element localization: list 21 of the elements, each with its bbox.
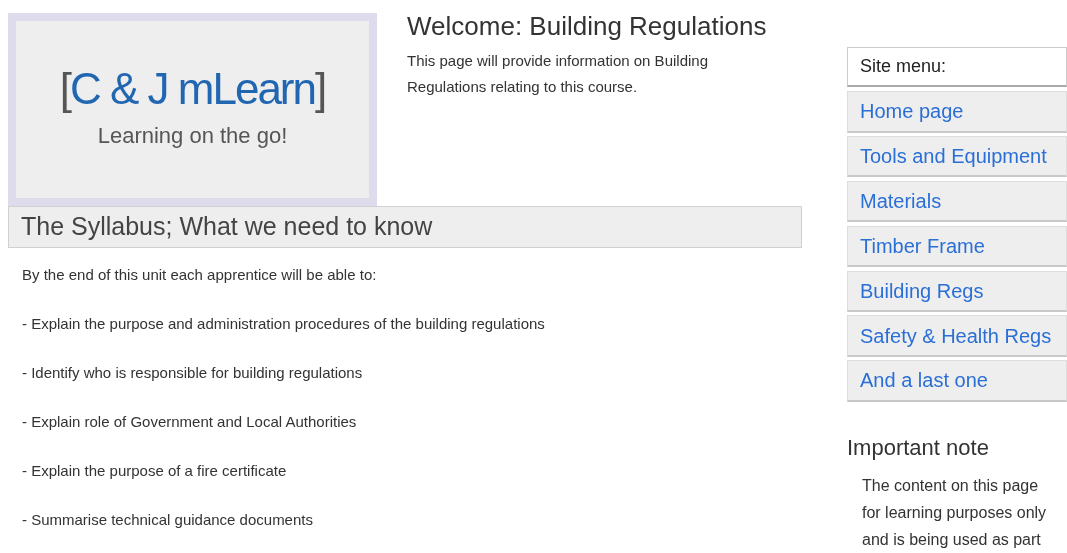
intro-text: This page will provide information on Building Regulations relating to this course. bbox=[407, 51, 709, 97]
syllabus-intro: By the end of this unit each apprentice will be able to: bbox=[22, 265, 378, 285]
note-text: The content on this page for learning purposes only and is being used as part bbox=[861, 476, 1048, 550]
syllabus-item: - Identify who is responsible for building regulations bbox=[22, 363, 364, 383]
menu-link[interactable]: And a last one bbox=[847, 360, 1067, 402]
menu-link[interactable]: Materials bbox=[847, 180, 1067, 223]
logo-tagline: Learning on the go! bbox=[97, 122, 288, 150]
menu-link[interactable]: Building Regs bbox=[847, 270, 1067, 312]
syllabus-item: - Explain the purpose of a fire certificate bbox=[22, 461, 288, 481]
menu-link[interactable]: Home page bbox=[847, 91, 1067, 133]
page-title: Welcome: Building Regulations bbox=[407, 10, 767, 43]
menu-link[interactable]: Tools and Equipment bbox=[847, 136, 1067, 178]
syllabus-item: - Explain role of Government and Local Authorities bbox=[22, 412, 358, 432]
section-heading: The Syllabus; What we need to know bbox=[8, 206, 802, 248]
menu-link[interactable]: Timber Frame bbox=[847, 225, 1067, 268]
syllabus-item: - Summarise technical guidance documents bbox=[22, 510, 314, 530]
syllabus-item: - Explain the purpose and administration procedures of the building regulations bbox=[22, 314, 546, 334]
note-title: Important note bbox=[847, 434, 990, 462]
menu-heading: Site menu: bbox=[847, 47, 1067, 88]
logo-title: [C & J mLearn] bbox=[59, 67, 326, 111]
menu-link[interactable]: Safety & Health Regs bbox=[847, 315, 1067, 357]
